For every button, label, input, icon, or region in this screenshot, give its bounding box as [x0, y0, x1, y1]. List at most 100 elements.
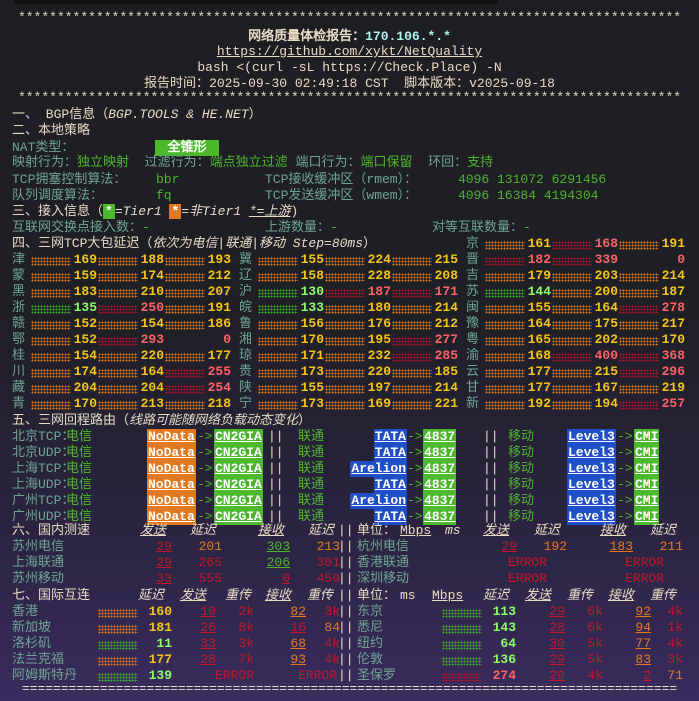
- ix-value: -: [142, 220, 150, 235]
- peer-value: -: [523, 220, 531, 235]
- latency-bar: [325, 385, 365, 394]
- province-label: 湘: [239, 332, 253, 347]
- latency-bar: [325, 369, 365, 378]
- latency-value: 193: [207, 252, 231, 267]
- tcp-close: ）: [363, 236, 377, 251]
- route-hop-mobile-2: CMI: [634, 461, 660, 477]
- latency-value: 254: [207, 380, 231, 395]
- province-label: 宁: [239, 396, 253, 411]
- header-border-bottom: ****************************************…: [17, 90, 682, 105]
- latency-value: 203: [594, 268, 618, 283]
- column-separator: ||: [338, 571, 354, 586]
- route-hop-unicom-1: TATA: [373, 429, 407, 445]
- column-header-recv: 接收: [600, 523, 627, 538]
- latency-value: 152: [73, 316, 97, 331]
- recv-value: 94: [635, 620, 651, 635]
- latency-value: 135: [73, 300, 97, 315]
- latency-value: 155: [527, 300, 551, 315]
- latency-value: 204: [140, 380, 164, 395]
- latency-bar: [485, 401, 525, 410]
- latency-bar: [31, 321, 71, 330]
- route-hop-telecom-2: CN2GIA: [214, 509, 263, 525]
- route-arrow: ->: [617, 445, 633, 460]
- loop-value: 支持: [467, 155, 494, 170]
- column-header-send: 发送: [180, 588, 207, 603]
- section-route-title: 五、三网回程路由（线路可能随网络负载动态变化）: [12, 413, 311, 429]
- latency-bar: [258, 353, 298, 362]
- province-label: 冀: [239, 252, 253, 267]
- route-arrow: ->: [617, 493, 633, 508]
- latency-value: 228: [367, 268, 391, 283]
- latency-value: 177: [527, 380, 551, 395]
- wmem-value: 4096 16384 4194304: [458, 188, 599, 203]
- province-label: 鄂: [12, 332, 26, 347]
- route-arrow: ->: [617, 461, 633, 476]
- province-label: 新: [466, 396, 480, 411]
- non-tier1-legend: =非Tier1: [181, 204, 249, 219]
- latency-bar: [442, 625, 482, 634]
- route-hop-mobile-1: Level3: [567, 477, 616, 493]
- latency-value: 217: [661, 316, 685, 331]
- latency-bar: [325, 273, 365, 282]
- route-arrow: ->: [407, 477, 423, 492]
- column-separator: ||: [268, 445, 284, 460]
- latency-bar: [165, 289, 205, 298]
- latency-value: 11: [156, 636, 172, 651]
- column-separator: ||: [268, 477, 284, 492]
- latency-bar: [485, 241, 525, 250]
- latency-bar: [325, 289, 365, 298]
- column-header-retr: 重传: [567, 588, 594, 603]
- latency-bar: [98, 625, 138, 634]
- recv-retrans: 4k: [667, 604, 683, 619]
- qdisc-value: fq: [156, 188, 172, 203]
- carrier-mobile: 移动: [508, 509, 535, 524]
- latency-value: 171: [300, 348, 324, 363]
- route-hop-mobile-1: Level3: [567, 493, 616, 509]
- send-error: ERROR: [508, 555, 548, 570]
- latency-value: 154: [73, 348, 97, 363]
- tier1-marker: *: [103, 204, 115, 219]
- latency-value: 156: [300, 316, 324, 331]
- route-hop-telecom-1: NoData: [147, 461, 196, 477]
- column-header-lat: 延迟: [534, 523, 561, 538]
- send-value: 28: [549, 620, 565, 635]
- unit-label: 单位：: [357, 523, 397, 538]
- send-retrans: 6k: [587, 620, 603, 635]
- carrier-unicom: 联通: [298, 461, 325, 476]
- github-link[interactable]: https://github.com/xykt/NetQuality: [0, 44, 699, 60]
- route-hop-telecom-2: CN2GIA: [214, 493, 263, 509]
- carrier-telecom: 电信: [66, 445, 93, 460]
- latency-value: 113: [492, 604, 516, 619]
- filter-label: 过滤行为：: [144, 155, 210, 170]
- latency-bar: [552, 321, 592, 330]
- carrier-telecom: 电信: [66, 477, 93, 492]
- send-retrans: 6k: [587, 604, 603, 619]
- wmem-label: TCP发送缓冲区（wmem）：: [265, 188, 418, 203]
- city-label: 苏州移动: [12, 571, 65, 586]
- recv-latency: 301: [316, 555, 340, 570]
- route-arrow: ->: [197, 461, 213, 476]
- latency-value: 159: [73, 268, 97, 283]
- latency-bar: [485, 321, 525, 330]
- carrier-unicom: 联通: [298, 445, 325, 460]
- province-label: 苏: [466, 284, 480, 299]
- column-header-lat: 延迟: [138, 588, 165, 603]
- column-separator: ||: [338, 636, 354, 651]
- nat-type-label: NAT类型：: [12, 140, 75, 155]
- section-access-title: 三、接入信息（ * =Tier1 * =非Tier1 *=上游): [12, 204, 298, 220]
- latency-bar: [31, 337, 71, 346]
- city-label: 伦敦: [357, 652, 384, 667]
- latency-value: 200: [594, 284, 618, 299]
- province-label: 鲁: [239, 316, 253, 331]
- peer-count: 对等互联数量：-: [432, 220, 531, 236]
- route-arrow: ->: [617, 429, 633, 444]
- city-label: 悉尼: [357, 620, 384, 635]
- time-value: 2025-09-30 02:49:18 CST: [209, 76, 389, 91]
- section-local-policy-title: 二、本地策略: [12, 123, 91, 138]
- route-hop-unicom-2: 4837: [423, 477, 457, 493]
- carrier-telecom: 电信: [66, 429, 93, 444]
- latency-value: 400: [594, 348, 618, 363]
- latency-value: 182: [527, 252, 551, 267]
- recv-value: 0: [282, 571, 290, 586]
- section-tcp-latency-title: 四、三网TCP大包延迟（依次为电信|联通|移动 Step=80ms）: [12, 236, 376, 252]
